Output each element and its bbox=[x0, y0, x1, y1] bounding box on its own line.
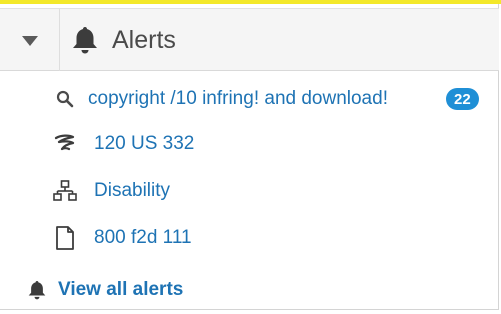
bell-icon bbox=[72, 25, 102, 55]
document-icon bbox=[50, 223, 80, 253]
alert-item-signature[interactable]: 120 US 332 bbox=[0, 124, 499, 164]
view-all-alerts-link[interactable]: View all alerts bbox=[28, 275, 183, 305]
search-icon bbox=[50, 84, 80, 114]
bell-icon bbox=[28, 279, 50, 301]
alert-item-label[interactable]: 120 US 332 bbox=[94, 133, 194, 155]
alert-item-network[interactable]: Disability bbox=[0, 171, 499, 211]
collapse-button[interactable] bbox=[0, 9, 60, 71]
caret-down-icon bbox=[22, 36, 38, 46]
view-all-label[interactable]: View all alerts bbox=[58, 279, 183, 301]
header-title: Alerts bbox=[72, 9, 176, 71]
alert-item-label[interactable]: copyright /10 infring! and download! bbox=[88, 88, 388, 110]
alert-item-document[interactable]: 800 f2d 111 bbox=[0, 218, 499, 258]
alerts-header: Alerts bbox=[0, 8, 499, 71]
page-title: Alerts bbox=[112, 25, 176, 54]
alert-item-label[interactable]: Disability bbox=[94, 180, 170, 202]
network-tree-icon bbox=[50, 176, 80, 206]
signature-icon bbox=[50, 129, 80, 159]
alert-item-search[interactable]: copyright /10 infring! and download! bbox=[0, 79, 499, 119]
alert-item-label[interactable]: 800 f2d 111 bbox=[94, 227, 192, 249]
alert-count-badge: 22 bbox=[446, 88, 479, 110]
